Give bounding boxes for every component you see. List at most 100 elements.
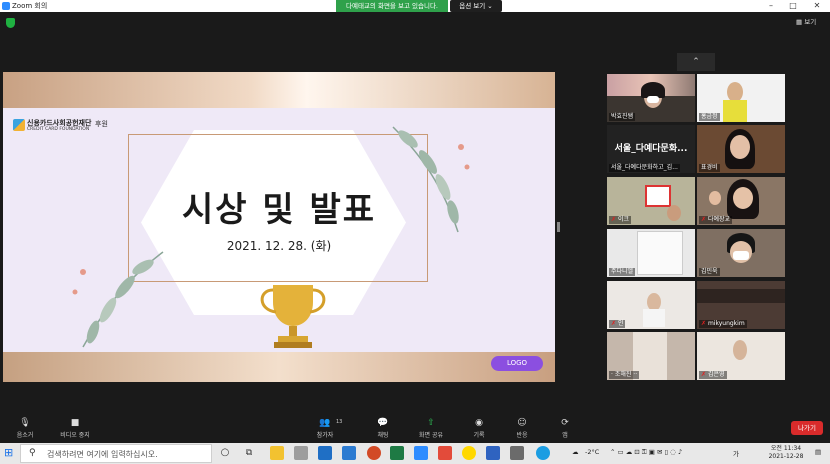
view-options-button[interactable]: 옵션 보기 ⌄	[450, 0, 502, 12]
participant-tile[interactable]: 표경비	[697, 125, 785, 173]
muted-mic-icon: ✗	[611, 216, 618, 223]
foundation-subtitle: CREDIT CARD FOUNDATION	[27, 127, 90, 132]
reactions-button[interactable]: ☺ 반응	[499, 418, 545, 439]
sponsor-label: 후원	[95, 120, 108, 128]
minimize-button[interactable]: –	[760, 0, 782, 12]
participant-name: 김민욱	[699, 268, 720, 276]
participant-tile[interactable]: ✗ 인	[607, 281, 695, 329]
muted-mic-icon: ✗	[701, 371, 708, 378]
notification-icon[interactable]: ▤	[815, 448, 821, 456]
maximize-button[interactable]: □	[782, 0, 804, 12]
share-screen-button[interactable]: ⇧ 화면 공유	[408, 418, 454, 439]
temperature: -2°C	[585, 448, 600, 456]
participant-tile[interactable]: 홍금정	[697, 74, 785, 122]
participant-name: ✗ 인	[609, 320, 626, 328]
leave-button[interactable]: 나가기	[791, 421, 823, 435]
ime-indicator[interactable]: 가	[733, 448, 739, 458]
participant-name: 박효진쌤	[609, 113, 636, 121]
reactions-label: 반응	[516, 432, 528, 439]
video-camera-icon: ■	[70, 418, 80, 428]
powerpoint-icon[interactable]	[367, 446, 381, 460]
file-explorer-icon[interactable]	[270, 446, 284, 460]
participant-tile[interactable]: ✗ mikyungkim	[697, 281, 785, 329]
app-icon[interactable]	[294, 446, 308, 460]
participant-tile[interactable]: ✗ 다예장교	[697, 177, 785, 225]
search-placeholder: 검색하려면 여기에 입력하십시오.	[47, 450, 158, 459]
app-icon[interactable]	[342, 446, 356, 460]
participant-tile[interactable]: 서울_다예다문화... 서울_다예다문화하고_김...	[607, 125, 695, 173]
record-button[interactable]: ◉ 기록	[456, 418, 502, 439]
participant-name: 표경비	[699, 164, 720, 172]
kakaotalk-icon[interactable]	[462, 446, 476, 460]
participants-icon: 👥	[319, 418, 331, 428]
clock-date: 2021-12-28	[768, 453, 804, 460]
window-title: Zoom 회의	[12, 2, 48, 10]
foundation-logo-icon	[13, 119, 25, 131]
stop-video-button[interactable]: ■ 비디오 중지	[52, 418, 98, 439]
participant-tile[interactable]: ✗ 이크	[607, 177, 695, 225]
search-icon: ⚲	[29, 448, 36, 458]
encryption-shield-icon[interactable]	[6, 18, 15, 28]
app-icon[interactable]	[510, 446, 524, 460]
participant-name: 서울_다예다문화하고_김...	[609, 164, 680, 172]
tray-icons[interactable]: ⌃ ▭ ☁ ⊡ ⚿ ▣ ✉ ▯ ◌ ♪	[610, 448, 682, 457]
participants-label: 참가자	[316, 432, 334, 439]
participant-tile[interactable]: · 조해진 ··	[607, 332, 695, 380]
windows-start-icon[interactable]: ⊞	[4, 446, 18, 460]
zoom-app-icon	[2, 2, 10, 10]
edge-icon[interactable]	[536, 446, 550, 460]
slide-top-band	[3, 72, 555, 108]
excel-icon[interactable]	[390, 446, 404, 460]
close-button[interactable]: ✕	[806, 0, 828, 12]
cortana-icon[interactable]: ○	[218, 446, 232, 460]
participant-name: · 조해진 ··	[609, 371, 640, 379]
chat-bubble-icon: 💬	[377, 418, 389, 428]
gallery-view-label: 보기	[804, 18, 817, 26]
participant-name: 주다니엘	[609, 268, 636, 276]
weather-icon[interactable]: ☁	[572, 448, 579, 456]
participant-tile[interactable]: 주다니엘	[607, 229, 695, 277]
reaction-smiley-icon: ☺	[517, 418, 527, 428]
participant-name-text: 다예장교	[707, 216, 731, 223]
participant-name-text: 김은영	[707, 371, 725, 378]
participant-tile[interactable]: 박효진쌤	[607, 74, 695, 122]
record-icon: ◉	[475, 418, 483, 428]
app-icon[interactable]	[486, 446, 500, 460]
task-view-icon[interactable]: ⧉	[242, 446, 256, 460]
grid-icon: ▦	[796, 18, 805, 26]
record-label: 기록	[473, 432, 485, 439]
muted-mic-icon: ✗	[701, 320, 708, 327]
mute-button[interactable]: 🎙 음소거	[2, 418, 48, 439]
video-label: 비디오 중지	[60, 432, 90, 439]
slide-bottom-band	[3, 352, 555, 382]
participant-name-text: 인	[617, 320, 624, 327]
leaf-decoration-left	[72, 251, 164, 348]
mute-label: 음소거	[16, 432, 34, 439]
split-resize-handle[interactable]	[557, 222, 560, 232]
participant-display-name: 서울_다예다문화...	[614, 144, 688, 154]
participant-name: 홍금정	[699, 113, 720, 121]
chat-label: 채팅	[377, 432, 389, 439]
share-screen-icon: ⇧	[427, 418, 435, 428]
gallery-view-button[interactable]: ▦ 보기	[796, 16, 828, 28]
apps-button[interactable]: ⟳ 앱	[542, 418, 588, 439]
chat-button[interactable]: 💬 채팅	[360, 418, 406, 439]
participant-tile[interactable]: ✗ 김은영	[697, 332, 785, 380]
shared-screen: 신용카드사회공헌재단 CREDIT CARD FOUNDATION 후원 시상 …	[3, 72, 555, 382]
zoom-taskbar-icon[interactable]	[414, 446, 428, 460]
taskbar-clock[interactable]: 오전 11:34 2021-12-28	[762, 445, 810, 461]
taskbar-search-input[interactable]: ⚲ 검색하려면 여기에 입력하십시오.	[20, 444, 212, 463]
apps-label: 앱	[562, 432, 568, 439]
apps-icon: ⟳	[561, 418, 569, 428]
screen-share-banner: 다예태교의 화면을 보고 있습니다.	[336, 0, 448, 12]
scroll-up-button[interactable]: ⌃	[677, 53, 715, 71]
participant-name: ✗ 다예장교	[699, 216, 733, 224]
edge-legacy-icon[interactable]	[318, 446, 332, 460]
app-icon[interactable]	[438, 446, 452, 460]
clock-time: 오전 11:34	[770, 445, 802, 452]
trophy-icon	[260, 285, 326, 348]
slide-date: 2021. 12. 28. (화)	[226, 239, 332, 253]
participant-name-text: 이크	[617, 216, 629, 223]
muted-mic-icon: ✗	[701, 216, 708, 223]
participant-tile[interactable]: 김민욱	[697, 229, 785, 277]
